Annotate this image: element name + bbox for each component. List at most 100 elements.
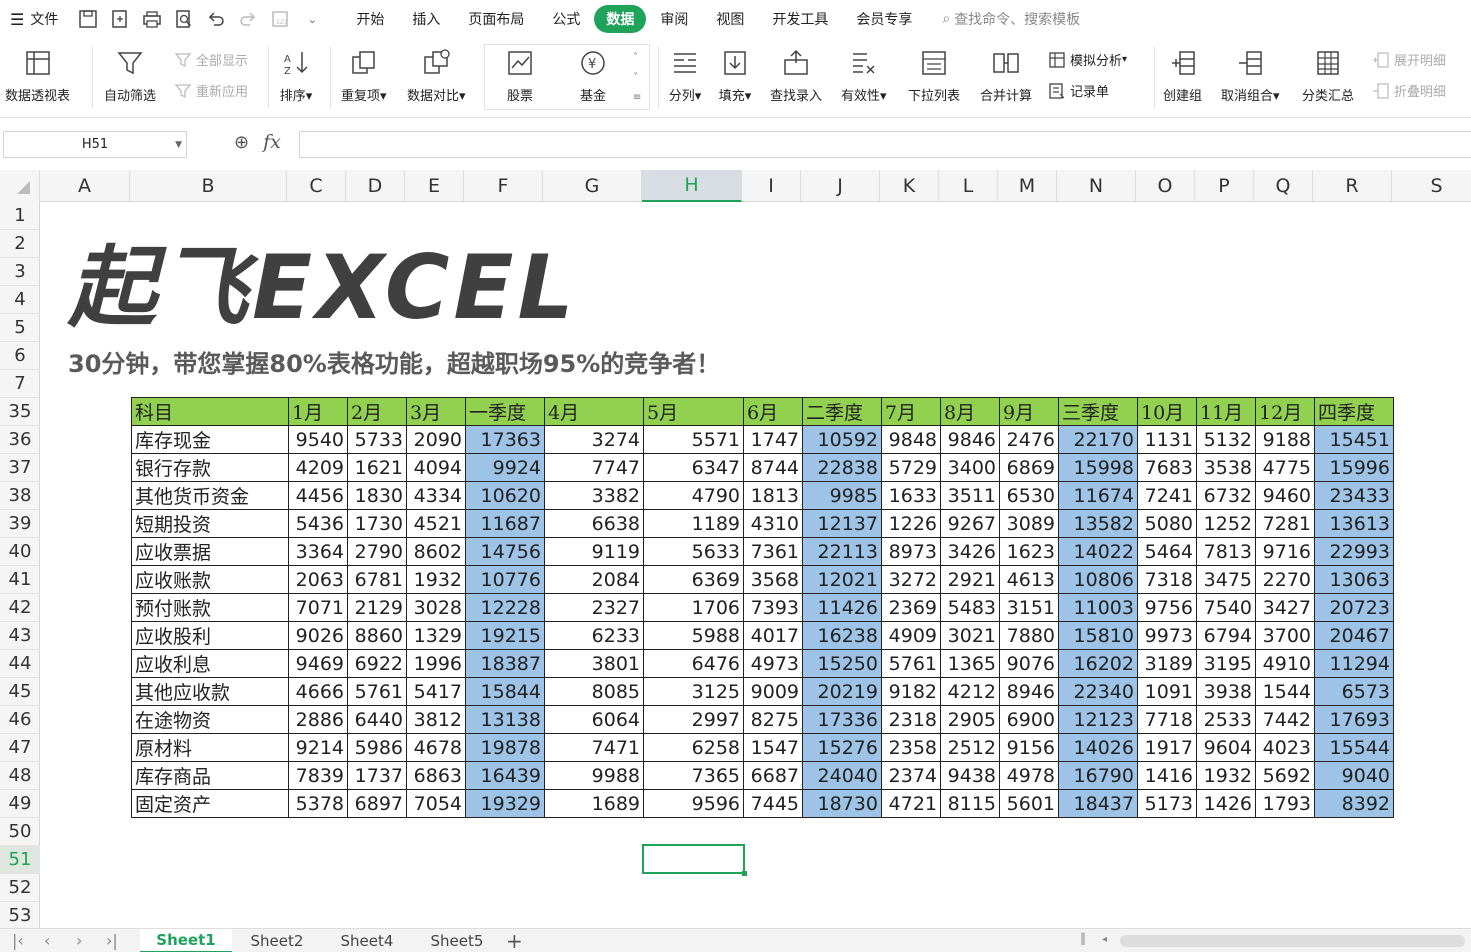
month-value-cell[interactable]: 2358 — [881, 733, 941, 762]
month-value-cell[interactable]: 4790 — [643, 481, 744, 510]
quarter-total-cell[interactable]: 16790 — [1058, 761, 1138, 790]
gallery-scroll-arrows[interactable]: ˄ ˅ ≡ — [633, 48, 641, 108]
month-value-cell[interactable]: 9846 — [940, 425, 1000, 454]
row-header-49[interactable]: 49 — [0, 790, 40, 818]
quarter-total-cell[interactable]: 22993 — [1314, 537, 1394, 566]
month-value-cell[interactable]: 7442 — [1255, 705, 1315, 734]
month-value-cell[interactable]: 9596 — [643, 789, 744, 818]
quarter-total-cell[interactable]: 9924 — [465, 453, 545, 482]
month-value-cell[interactable]: 7880 — [999, 621, 1059, 650]
ungroup-button[interactable]: 取消组合▾ — [1221, 38, 1280, 104]
table-header-cell[interactable]: 12月 — [1255, 397, 1315, 426]
month-value-cell[interactable]: 6258 — [643, 733, 744, 762]
month-value-cell[interactable]: 3125 — [643, 677, 744, 706]
month-value-cell[interactable]: 9469 — [288, 649, 348, 678]
month-value-cell[interactable]: 6476 — [643, 649, 744, 678]
month-value-cell[interactable]: 4209 — [288, 453, 348, 482]
month-value-cell[interactable]: 5986 — [347, 733, 407, 762]
month-value-cell[interactable]: 4775 — [1255, 453, 1315, 482]
month-value-cell[interactable]: 2886 — [288, 705, 348, 734]
month-value-cell[interactable]: 1365 — [940, 649, 1000, 678]
month-value-cell[interactable]: 5601 — [999, 789, 1059, 818]
quarter-total-cell[interactable]: 6573 — [1314, 677, 1394, 706]
quarter-total-cell[interactable]: 17363 — [465, 425, 545, 454]
month-value-cell[interactable]: 1917 — [1137, 733, 1197, 762]
quarter-total-cell[interactable]: 20723 — [1314, 593, 1394, 622]
row-header-5[interactable]: 5 — [0, 314, 40, 342]
month-value-cell[interactable]: 9156 — [999, 733, 1059, 762]
month-value-cell[interactable]: 5571 — [643, 425, 744, 454]
month-value-cell[interactable]: 2129 — [347, 593, 407, 622]
month-value-cell[interactable]: 7839 — [288, 761, 348, 790]
month-value-cell[interactable]: 4023 — [1255, 733, 1315, 762]
quarter-total-cell[interactable]: 13582 — [1058, 509, 1138, 538]
table-header-cell[interactable]: 3月 — [406, 397, 466, 426]
month-value-cell[interactable]: 5417 — [406, 677, 466, 706]
month-value-cell[interactable]: 3426 — [940, 537, 1000, 566]
table-header-cell[interactable]: 四季度 — [1314, 397, 1394, 426]
month-value-cell[interactable]: 2270 — [1255, 565, 1315, 594]
month-value-cell[interactable]: 7361 — [743, 537, 803, 566]
fx-icon[interactable]: fx — [263, 131, 281, 153]
month-value-cell[interactable]: 7318 — [1137, 565, 1197, 594]
quarter-total-cell[interactable]: 17693 — [1314, 705, 1394, 734]
tab-formulas[interactable]: 公式 — [538, 5, 594, 33]
row-header-7[interactable]: 7 — [0, 370, 40, 398]
month-value-cell[interactable]: 6369 — [643, 565, 744, 594]
month-value-cell[interactable]: 3400 — [940, 453, 1000, 482]
month-value-cell[interactable]: 7445 — [743, 789, 803, 818]
duplicates-button[interactable]: 重复项▾ — [341, 38, 387, 104]
reapply-button[interactable]: 重新应用 — [174, 81, 248, 100]
quarter-total-cell[interactable]: 19329 — [465, 789, 545, 818]
month-value-cell[interactable]: 2533 — [1196, 705, 1256, 734]
month-value-cell[interactable]: 9214 — [288, 733, 348, 762]
funds-button[interactable]: ¥ 基金 — [576, 38, 610, 104]
quarter-total-cell[interactable]: 16439 — [465, 761, 545, 790]
month-value-cell[interactable]: 8085 — [544, 677, 644, 706]
account-name-cell[interactable]: 预付账款 — [131, 593, 289, 622]
month-value-cell[interactable]: 4910 — [1255, 649, 1315, 678]
column-header-q[interactable]: Q — [1254, 170, 1313, 202]
quarter-total-cell[interactable]: 22170 — [1058, 425, 1138, 454]
add-sheet-icon[interactable]: + — [506, 929, 523, 952]
month-value-cell[interactable]: 6863 — [406, 761, 466, 790]
row-header-51[interactable]: 51 — [0, 846, 40, 874]
quarter-total-cell[interactable]: 10620 — [465, 481, 545, 510]
column-header-e[interactable]: E — [405, 170, 464, 202]
print-preview-icon[interactable] — [173, 8, 195, 30]
subtotal-button[interactable]: 分类汇总 — [1302, 38, 1354, 104]
text-to-columns-button[interactable]: 分列▾ — [668, 38, 702, 104]
quarter-total-cell[interactable]: 18730 — [802, 789, 882, 818]
month-value-cell[interactable]: 6781 — [347, 565, 407, 594]
month-value-cell[interactable]: 3151 — [999, 593, 1059, 622]
chevron-down-icon[interactable]: ▼ — [175, 140, 182, 150]
account-name-cell[interactable]: 其他应收款 — [131, 677, 289, 706]
row-header-2[interactable]: 2 — [0, 230, 40, 258]
month-value-cell[interactable]: 2090 — [406, 425, 466, 454]
month-value-cell[interactable]: 2063 — [288, 565, 348, 594]
table-header-cell[interactable]: 9月 — [999, 397, 1059, 426]
month-value-cell[interactable]: 8115 — [940, 789, 1000, 818]
month-value-cell[interactable]: 2512 — [940, 733, 1000, 762]
next-sheet-icon[interactable]: › — [76, 931, 82, 950]
create-group-button[interactable]: 创建组 — [1163, 38, 1202, 104]
quarter-total-cell[interactable]: 15810 — [1058, 621, 1138, 650]
row-header-38[interactable]: 38 — [0, 482, 40, 510]
quarter-total-cell[interactable]: 20467 — [1314, 621, 1394, 650]
redo-icon[interactable] — [237, 8, 259, 30]
row-header-37[interactable]: 37 — [0, 454, 40, 482]
export-pdf-icon[interactable] — [109, 8, 131, 30]
month-value-cell[interactable]: 1189 — [643, 509, 744, 538]
month-value-cell[interactable]: 1706 — [643, 593, 744, 622]
month-value-cell[interactable]: 9988 — [544, 761, 644, 790]
scroll-split-handle[interactable]: ‖ — [1080, 931, 1086, 945]
customize-toolbar-icon[interactable]: ⌄ — [301, 8, 323, 30]
month-value-cell[interactable]: 3801 — [544, 649, 644, 678]
month-value-cell[interactable]: 3475 — [1196, 565, 1256, 594]
dropdown-list-button[interactable]: 下拉列表 — [908, 38, 960, 104]
month-value-cell[interactable]: 1252 — [1196, 509, 1256, 538]
row-header-1[interactable]: 1 — [0, 202, 40, 230]
quarter-total-cell[interactable]: 24040 — [802, 761, 882, 790]
row-header-4[interactable]: 4 — [0, 286, 40, 314]
table-header-cell[interactable]: 4月 — [544, 397, 644, 426]
